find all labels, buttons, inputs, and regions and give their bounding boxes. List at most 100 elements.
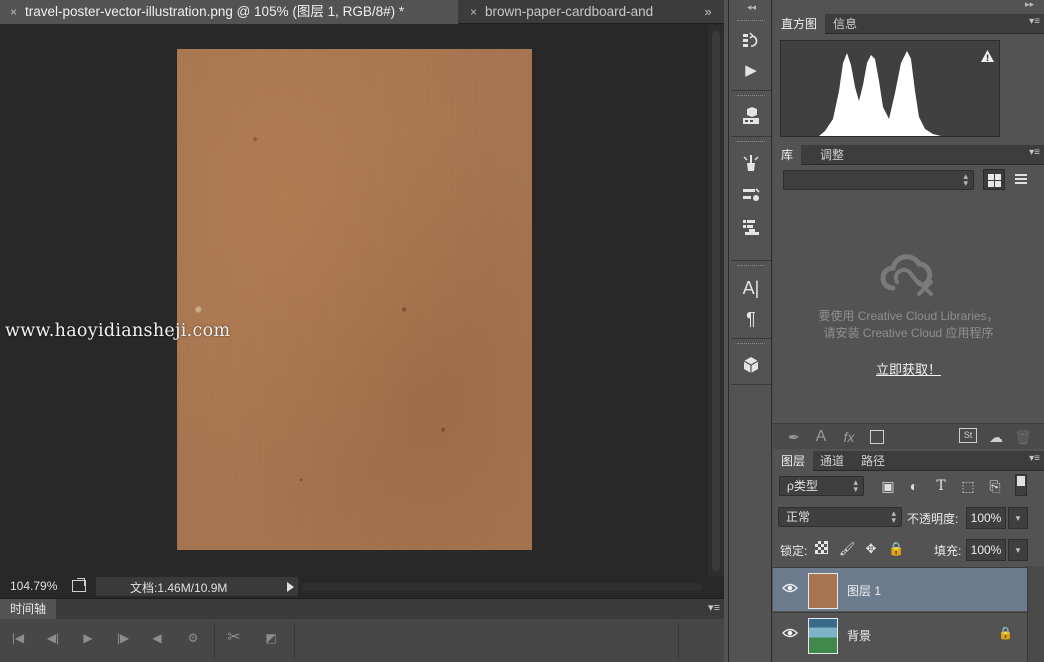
add-graphic-icon[interactable] (868, 428, 886, 446)
get-it-now-link[interactable]: 立即获取！ (773, 359, 1044, 378)
filter-pixel-icon[interactable]: ▣ (879, 477, 897, 495)
panel-menu-icon[interactable]: ▾≡ (1029, 16, 1040, 27)
fill-input[interactable]: 100% (966, 539, 1006, 561)
share-icon[interactable] (72, 580, 86, 592)
vertical-scrollbar[interactable] (708, 25, 724, 576)
tool-presets-icon[interactable] (737, 214, 765, 240)
tab-label: brown-paper-cardboard-and (485, 4, 654, 19)
list-line (1015, 174, 1027, 176)
cc-sync-icon[interactable]: ☁ (987, 428, 1005, 446)
3d-material-icon[interactable] (737, 103, 765, 129)
lock-all-icon[interactable]: 🔒 (888, 541, 904, 557)
grip[interactable] (737, 141, 765, 144)
filter-type-icon[interactable]: T (932, 477, 950, 495)
layer-name[interactable]: 背景 (847, 627, 871, 644)
grid-view-button[interactable] (983, 169, 1005, 190)
prev-frame-icon[interactable]: ◀| (44, 629, 62, 647)
tab-paths[interactable]: 路径 (853, 451, 893, 471)
layer-name[interactable]: 图层 1 (847, 582, 881, 599)
tab-brown-paper[interactable]: × brown-paper-cardboard-and (460, 0, 692, 24)
character-icon[interactable]: A| (737, 275, 765, 301)
list-view-button[interactable] (1010, 169, 1032, 190)
layer-row-background[interactable]: 背景 🔒 (773, 612, 1027, 656)
panel-menu-icon[interactable]: ▾≡ (1029, 147, 1040, 158)
first-frame-icon[interactable]: |◀ (9, 629, 27, 647)
tab-adjustments[interactable]: 调整 (812, 145, 852, 165)
close-tab-icon[interactable]: × (10, 5, 17, 19)
library-dropdown[interactable]: ▴ ▾ (783, 170, 974, 190)
add-text-style-icon[interactable]: A (812, 428, 830, 446)
filter-shape-icon[interactable]: ⬚ (959, 477, 977, 495)
actions-play-icon[interactable]: ▶ (737, 58, 765, 84)
visibility-eye-icon[interactable] (782, 582, 798, 594)
tab-layers[interactable]: 图层 (773, 451, 814, 471)
layer-filter-dropdown[interactable]: ρ类型 ▴ ▾ (779, 476, 864, 496)
horizontal-scrollbar[interactable] (300, 578, 708, 596)
scrollbar-thumb[interactable] (302, 583, 702, 591)
play-icon[interactable]: ▶ (79, 629, 97, 647)
scissors-icon[interactable]: ✂ (225, 629, 243, 647)
lock-label: 锁定: (780, 544, 808, 558)
tab-overflow-icon[interactable]: » (698, 0, 718, 24)
history-icon[interactable] (737, 28, 765, 54)
scrollbar-thumb[interactable] (712, 31, 720, 571)
grip[interactable] (737, 95, 765, 98)
status-bar: 104.79% 文档:1.46M/10.9M (0, 576, 724, 598)
tab-channels[interactable]: 通道 (812, 451, 852, 471)
canvas-viewport[interactable]: www.haoyidiansheji.com (0, 25, 708, 576)
tab-histogram[interactable]: 直方图 (773, 14, 826, 34)
layers-scrollbar[interactable] (1027, 566, 1044, 662)
list-line (1015, 178, 1027, 180)
fill-label: 填充: (934, 544, 962, 558)
filter-smart-object-icon[interactable]: ⎘ (986, 477, 1004, 495)
trash-icon[interactable]: 🗑 (1014, 428, 1032, 446)
next-frame-icon[interactable]: |▶ (114, 629, 132, 647)
panel-menu-icon[interactable]: ▾≡ (708, 601, 720, 614)
histogram-panel-header: 直方图 信息 ▾≡ (773, 14, 1044, 34)
opacity-dropdown-button[interactable]: ▾ (1008, 507, 1028, 529)
close-tab-icon[interactable]: × (470, 5, 477, 19)
brush-presets-icon[interactable] (737, 150, 765, 176)
filter-adjustment-icon[interactable]: ◐ (905, 477, 923, 495)
status-menu-arrow-icon[interactable] (287, 582, 294, 592)
svg-text:!: ! (985, 54, 989, 62)
warning-icon[interactable]: ! (981, 50, 994, 64)
clone-source-icon[interactable] (737, 182, 765, 208)
document-canvas[interactable] (177, 49, 532, 550)
lock-transparent-icon[interactable] (813, 541, 829, 557)
cc-message-line2: 请安装 Creative Cloud 应用程序 (823, 326, 994, 340)
opacity-input[interactable]: 100% (966, 507, 1006, 529)
doc-info-box[interactable]: 文档:1.46M/10.9M (96, 577, 298, 596)
lock-position-icon[interactable]: ✥ (863, 541, 879, 557)
tab-travel-poster[interactable]: × travel-poster-vector-illustration.png @… (0, 0, 458, 24)
divider (731, 338, 771, 339)
list-line (1015, 182, 1027, 184)
transition-icon[interactable]: ◩ (262, 629, 280, 647)
visibility-eye-icon[interactable] (782, 627, 798, 639)
zoom-level[interactable]: 104.79% (10, 579, 57, 593)
tab-info[interactable]: 信息 (825, 14, 865, 34)
add-layer-style-icon[interactable]: fx (840, 428, 858, 446)
add-color-icon[interactable]: ✒ (785, 428, 803, 446)
tab-library[interactable]: 库 (773, 145, 802, 165)
layer-row-layer1[interactable]: 图层 1 (773, 567, 1027, 611)
panel-menu-icon[interactable]: ▾≡ (1029, 453, 1040, 464)
3d-cube-icon[interactable] (737, 352, 765, 378)
grip[interactable] (737, 20, 765, 23)
stock-icon[interactable]: St (959, 428, 977, 443)
settings-icon[interactable]: ⚙ (184, 629, 202, 647)
fill-dropdown-button[interactable]: ▾ (1008, 539, 1028, 561)
divider (214, 623, 215, 659)
grip[interactable] (737, 265, 765, 268)
grip[interactable] (737, 343, 765, 346)
paragraph-icon[interactable]: ¶ (737, 306, 765, 332)
filter-toggle-switch[interactable] (1015, 474, 1027, 496)
lock-pixels-brush-icon[interactable]: 🖌 (839, 541, 856, 557)
audio-icon[interactable]: ◀ (148, 629, 166, 647)
get-it-now-label[interactable]: 立即获取！ (876, 362, 941, 377)
blend-mode-dropdown[interactable]: 正常 ▴ ▾ (778, 507, 902, 527)
panel-icon-strip: ◂◂ ▶ A| ¶ (728, 0, 772, 662)
collapse-icon[interactable]: ◂◂ (747, 2, 756, 13)
tab-timeline[interactable]: 时间轴 (0, 599, 56, 619)
collapse-icon[interactable]: ▸▸ (1025, 0, 1034, 10)
